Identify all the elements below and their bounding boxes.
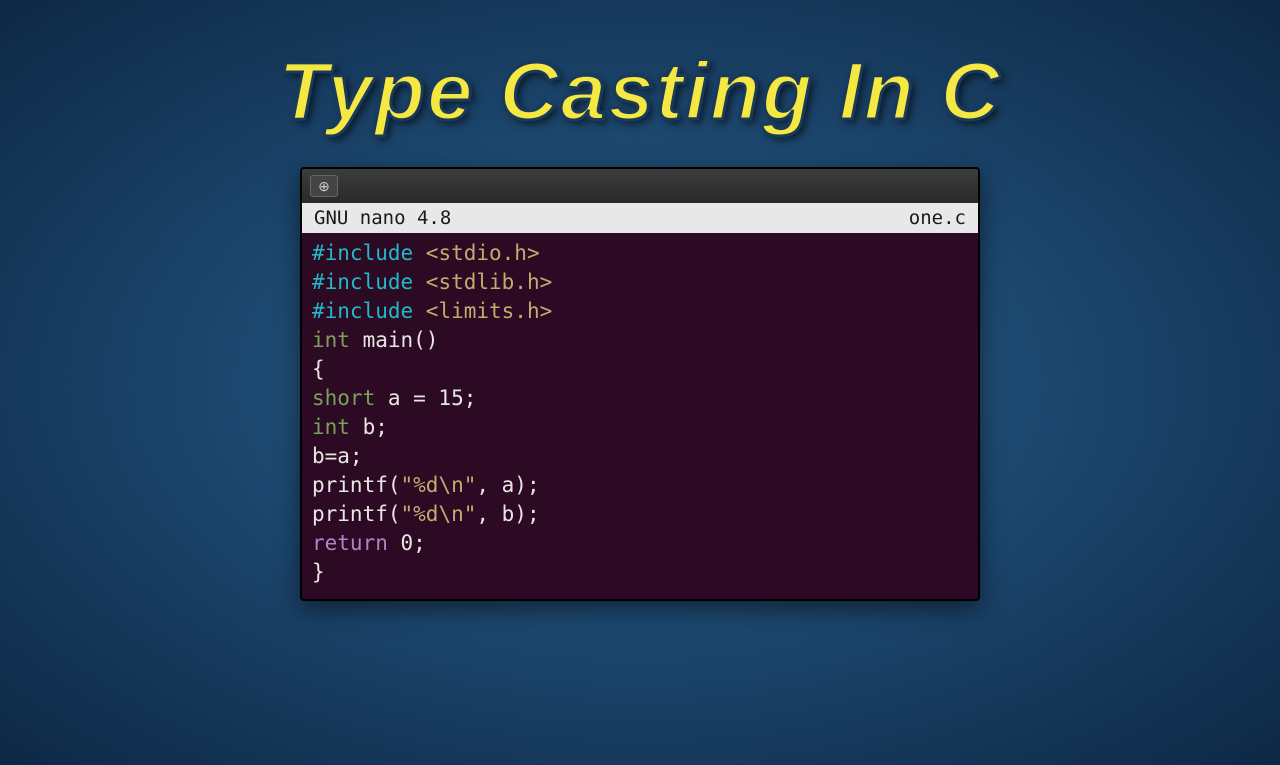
header-name: <stdio.h> bbox=[413, 241, 539, 265]
printf-call: printf( bbox=[312, 502, 401, 526]
var-decl: a = 15; bbox=[375, 386, 476, 410]
code-line: #include <stdlib.h> bbox=[312, 268, 968, 297]
string-literal: "%d\n" bbox=[401, 473, 477, 497]
code-line: return 0; bbox=[312, 529, 968, 558]
return-value: 0; bbox=[388, 531, 426, 555]
header-name: <limits.h> bbox=[413, 299, 552, 323]
code-line: printf("%d\n", b); bbox=[312, 500, 968, 529]
printf-args: , b); bbox=[476, 502, 539, 526]
assignment: b=a; bbox=[312, 444, 363, 468]
window-titlebar: ⊕ bbox=[302, 169, 978, 203]
type-keyword: short bbox=[312, 386, 375, 410]
string-literal: "%d\n" bbox=[401, 502, 477, 526]
code-line: { bbox=[312, 355, 968, 384]
code-line: #include <stdio.h> bbox=[312, 239, 968, 268]
header-name: <stdlib.h> bbox=[413, 270, 552, 294]
new-tab-icon[interactable]: ⊕ bbox=[310, 175, 338, 197]
brace: } bbox=[312, 560, 325, 584]
code-line: short a = 15; bbox=[312, 384, 968, 413]
brace: { bbox=[312, 357, 325, 381]
include-keyword: #include bbox=[312, 299, 413, 323]
code-line: int b; bbox=[312, 413, 968, 442]
code-line: b=a; bbox=[312, 442, 968, 471]
code-line: } bbox=[312, 558, 968, 587]
return-keyword: return bbox=[312, 531, 388, 555]
var-decl: b; bbox=[350, 415, 388, 439]
terminal-window: ⊕ GNU nano 4.8 one.c #include <stdio.h> … bbox=[300, 167, 980, 601]
include-keyword: #include bbox=[312, 241, 413, 265]
type-keyword: int bbox=[312, 328, 350, 352]
code-area[interactable]: #include <stdio.h> #include <stdlib.h> #… bbox=[302, 233, 978, 599]
editor-name: GNU nano 4.8 bbox=[314, 207, 451, 229]
printf-call: printf( bbox=[312, 473, 401, 497]
type-keyword: int bbox=[312, 415, 350, 439]
func-decl: main() bbox=[350, 328, 439, 352]
code-line: int main() bbox=[312, 326, 968, 355]
include-keyword: #include bbox=[312, 270, 413, 294]
filename: one.c bbox=[909, 207, 966, 229]
page-title: Type Casting In C bbox=[0, 45, 1280, 139]
printf-args: , a); bbox=[476, 473, 539, 497]
nano-header-bar: GNU nano 4.8 one.c bbox=[302, 203, 978, 233]
code-line: #include <limits.h> bbox=[312, 297, 968, 326]
code-line: printf("%d\n", a); bbox=[312, 471, 968, 500]
